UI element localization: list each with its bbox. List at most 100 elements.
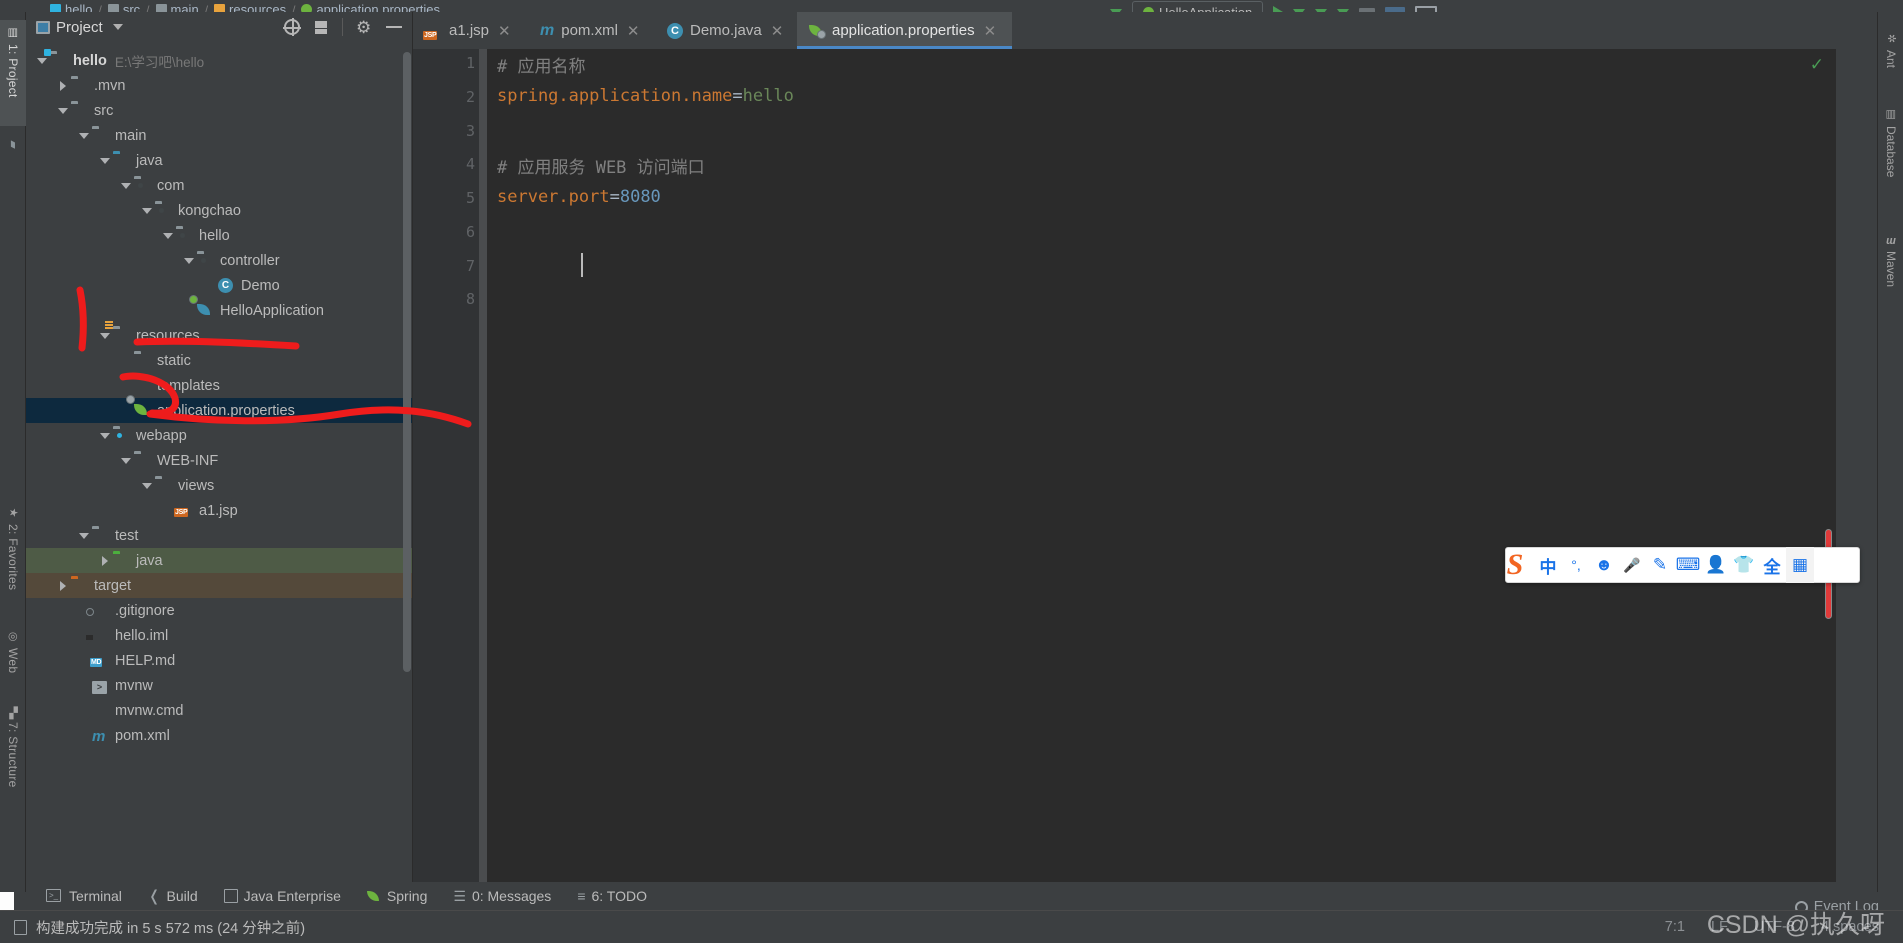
locate-icon[interactable] <box>283 18 301 36</box>
chevron-down-icon[interactable] <box>112 24 123 30</box>
tree-node[interactable]: > mvnw <box>26 673 412 698</box>
bottom-item-terminal[interactable]: >_ Terminal <box>46 888 122 904</box>
close-icon[interactable]: ✕ <box>498 22 511 40</box>
status-message-area[interactable]: 构建成功完成 in 5 s 572 ms (24 分钟之前) <box>0 917 305 938</box>
bottom-item-todo[interactable]: ≡ 6: TODO <box>577 888 647 904</box>
close-icon[interactable]: ✕ <box>771 22 784 40</box>
breadcrumb-item[interactable]: resources <box>214 2 286 12</box>
tree-node[interactable]: resources <box>26 321 412 348</box>
tree-expand-arrow-down[interactable] <box>139 473 155 498</box>
tree-expand-arrow-down[interactable] <box>139 198 155 223</box>
code-editor[interactable]: 1 2 3 4 5 6 7 8 # 应用名称 spring.applicatio… <box>413 49 1836 892</box>
tree-node[interactable]: views <box>26 473 412 498</box>
tree-expand-arrow-down[interactable] <box>160 223 176 248</box>
text-caret <box>581 253 583 277</box>
tree-node-icon <box>86 603 109 618</box>
tree-node[interactable]: main <box>26 123 412 148</box>
tree-expand-arrow-right[interactable] <box>97 548 113 573</box>
tree-node[interactable]: src <box>26 98 412 123</box>
tree-expand-arrow-right[interactable] <box>55 73 71 98</box>
tree-expand-arrow-right[interactable] <box>55 573 71 598</box>
line-number: 5 <box>465 189 475 207</box>
tree-node[interactable]: application.properties <box>26 395 412 423</box>
bottom-item-spring[interactable]: Spring <box>366 888 428 904</box>
tree-node[interactable]: controller <box>26 248 412 273</box>
tree-node[interactable]: test <box>26 523 412 548</box>
inspection-ok-icon[interactable]: ✓ <box>1810 55 1824 75</box>
project-tree[interactable]: hello E:\学习吧\hello .mvn src main java com kongc… <box>26 48 412 892</box>
soft-keyboard-icon[interactable]: ⌨ <box>1674 547 1702 583</box>
ime-toolbar[interactable]: S 中 °, ☻ 🎤 ✎ ⌨ 👤 👕 全 ▦ <box>1505 547 1860 583</box>
tree-node[interactable]: mvnw.cmd <box>26 698 412 723</box>
tree-node[interactable]: java <box>26 548 412 573</box>
caret-position[interactable]: 7:1 <box>1665 919 1685 935</box>
tab-a1-jsp[interactable]: JSP a1.jsp ✕ <box>413 12 528 49</box>
skin-icon[interactable]: 👕 <box>1730 547 1758 583</box>
tree-expand-arrow-down[interactable] <box>97 148 113 173</box>
tree-node[interactable]: hello E:\学习吧\hello <box>26 48 412 73</box>
tree-node[interactable]: templates <box>26 373 412 398</box>
chinese-mode-icon[interactable]: 中 <box>1534 547 1562 583</box>
tree-node[interactable]: WEB-INF <box>26 448 412 473</box>
bottom-item-build[interactable]: ❬ Build <box>148 887 198 905</box>
tree-node[interactable]: HelloApplication <box>26 295 412 323</box>
tree-expand-arrow-down[interactable] <box>118 448 134 473</box>
sidebar-item-favorites[interactable]: ★ 2: Favorites <box>0 500 26 620</box>
tab-pom-xml[interactable]: m pom.xml ✕ <box>528 12 655 49</box>
breadcrumb-item[interactable]: hello <box>50 2 92 12</box>
gear-icon[interactable]: ⚙ <box>356 19 373 36</box>
sidebar-item-ant[interactable]: ✲ Ant <box>1878 26 1903 88</box>
bottom-item-java-enterprise[interactable]: Java Enterprise <box>223 888 341 904</box>
tree-node[interactable]: C Demo <box>26 273 412 298</box>
tree-expand-arrow-down[interactable] <box>55 98 71 123</box>
toolbox-icon[interactable]: ▦ <box>1786 547 1814 583</box>
tab-application-properties[interactable]: application.properties ✕ <box>797 12 1012 49</box>
tree-expand-arrow-down[interactable] <box>181 248 197 273</box>
close-icon[interactable]: ✕ <box>984 22 997 40</box>
breadcrumb-item[interactable]: src <box>107 2 140 12</box>
sidebar-item-maven[interactable]: m Maven <box>1878 230 1903 328</box>
tree-expand-arrow-down[interactable] <box>118 173 134 198</box>
sidebar-item-project[interactable]: ▤ 1: Project <box>0 20 26 126</box>
tree-node[interactable]: MD HELP.md <box>26 648 412 673</box>
tree-node[interactable]: JSP a1.jsp <box>26 498 412 523</box>
tree-node[interactable]: static <box>26 348 412 373</box>
user-icon[interactable]: 👤 <box>1702 547 1730 583</box>
property-key: server.port <box>497 187 610 207</box>
voice-input-icon[interactable]: 🎤 <box>1618 547 1646 583</box>
status-message: 构建成功完成 in 5 s 572 ms (24 分钟之前) <box>36 920 306 937</box>
tab-demo-java[interactable]: C Demo.java ✕ <box>655 12 797 49</box>
tree-node[interactable]: hello <box>26 223 412 248</box>
sidebar-item-web[interactable]: ◎ Web <box>0 624 26 696</box>
tree-node[interactable]: java <box>26 148 412 173</box>
handwriting-icon[interactable]: ✎ <box>1646 547 1674 583</box>
tree-node[interactable]: .mvn <box>26 73 412 98</box>
bottom-item-messages[interactable]: ☰ 0: Messages <box>453 888 551 905</box>
tree-node[interactable]: m pom.xml <box>26 723 412 748</box>
sidebar-item-structure[interactable]: ▞ 7: Structure <box>0 702 26 828</box>
minimize-icon[interactable] <box>386 26 402 28</box>
breadcrumb-item[interactable]: application.properties <box>301 2 440 12</box>
tree-node-icon <box>92 703 109 718</box>
breadcrumb-item[interactable]: main <box>155 2 199 12</box>
fullwidth-icon[interactable]: 全 <box>1758 547 1786 583</box>
project-tree-scrollbar[interactable] <box>403 52 411 672</box>
tree-expand-arrow-down[interactable] <box>97 423 113 448</box>
collapse-all-icon[interactable] <box>313 19 329 35</box>
punctuation-icon[interactable]: °, <box>1562 547 1590 583</box>
tree-expand-arrow-down[interactable] <box>76 523 92 548</box>
tree-node-label: com <box>157 177 185 194</box>
bottom-item-label: Spring <box>386 888 428 904</box>
close-icon[interactable]: ✕ <box>627 22 640 40</box>
tree-node[interactable]: kongchao <box>26 198 412 223</box>
tree-node[interactable]: hello.iml <box>26 623 412 648</box>
tree-node[interactable]: .gitignore <box>26 598 412 623</box>
tree-node[interactable]: webapp <box>26 423 412 448</box>
tree-node[interactable]: target <box>26 573 412 598</box>
editor-text-area[interactable]: # 应用名称 spring.application.name=hello # 应… <box>497 49 1836 892</box>
editor-gutter[interactable]: 1 2 3 4 5 6 7 8 <box>413 49 487 892</box>
sidebar-item-database[interactable]: ▤ Database <box>1878 102 1903 218</box>
tree-node[interactable]: com <box>26 173 412 198</box>
emoji-icon[interactable]: ☻ <box>1590 547 1618 583</box>
tree-expand-arrow-down[interactable] <box>76 123 92 148</box>
